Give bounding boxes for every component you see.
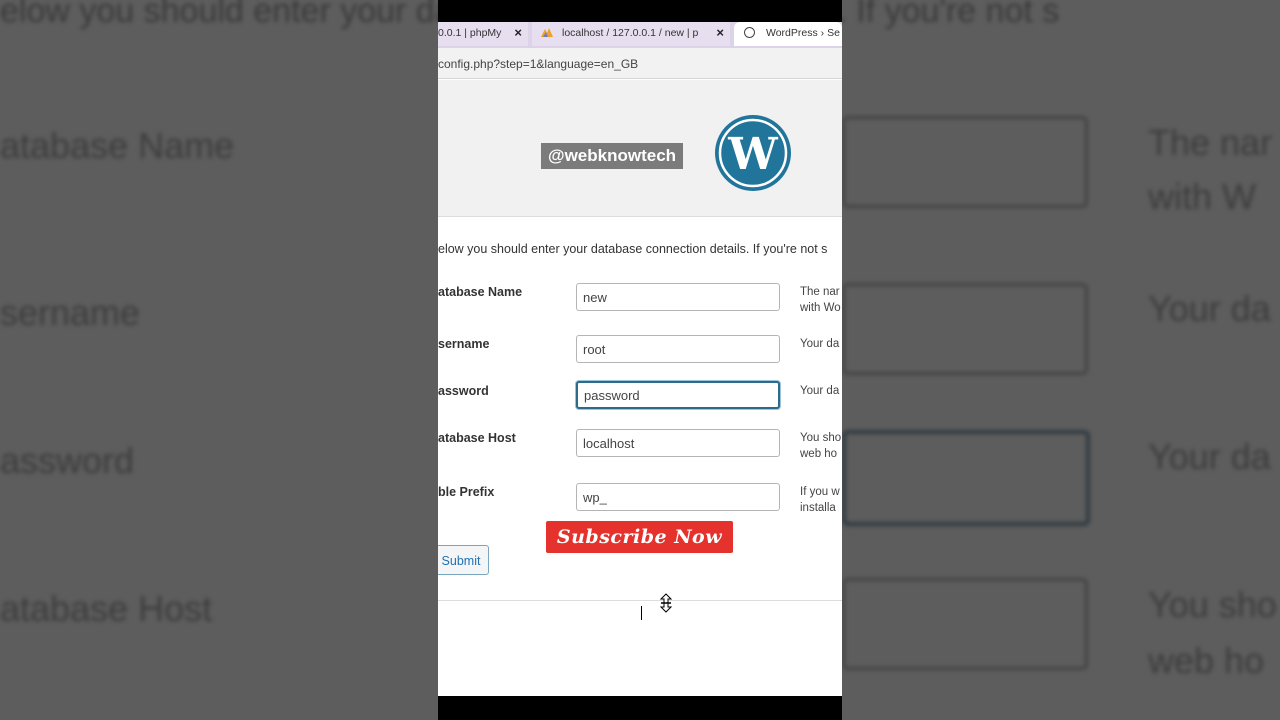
password-input[interactable]	[576, 381, 780, 409]
db-host-input[interactable]	[576, 429, 780, 457]
tab-localhost[interactable]: localhost / 127.0.0.1 / new | p ×	[532, 22, 730, 46]
resize-cursor-icon	[659, 593, 673, 613]
db-host-label: atabase Host	[438, 431, 516, 445]
svg-text:W: W	[727, 129, 778, 180]
bg-label: assword	[0, 440, 135, 481]
db-name-input[interactable]	[576, 283, 780, 311]
table-prefix-desc-1: If you w	[800, 486, 840, 498]
bg-label: sername	[0, 292, 141, 333]
tab-bar: 0.0.1 | phpMy × localhost / 127.0.0.1 / …	[438, 22, 842, 48]
phpmyadmin-icon	[541, 28, 553, 37]
bg-desc: Your da	[1148, 436, 1271, 477]
close-icon[interactable]: ×	[716, 22, 724, 44]
tab-label: 0.0.1 | phpMy	[438, 27, 502, 39]
db-name-desc-2: with Wo	[800, 302, 841, 314]
username-desc: Your da	[800, 338, 840, 350]
table-prefix-desc-2: installa	[800, 502, 836, 514]
bg-desc: web ho	[1148, 640, 1265, 681]
close-icon[interactable]: ×	[514, 22, 522, 44]
channel-handle-overlay: @webknowtech	[541, 143, 684, 169]
video-frame: 0.0.1 | phpMy × localhost / 127.0.0.1 / …	[438, 0, 842, 720]
tab-label: WordPress › Se	[766, 27, 840, 39]
table-prefix-input[interactable]	[576, 483, 780, 511]
bg-desc: Your da	[1148, 288, 1271, 329]
db-host-desc-2: web ho	[800, 448, 838, 460]
address-bar[interactable]: config.php?step=1&language=en_GB	[438, 48, 842, 79]
wordpress-logo-icon: W	[715, 115, 791, 191]
bg-desc: with W	[1148, 176, 1256, 217]
bg-input-box	[842, 116, 1088, 208]
bg-label: atabase Name	[0, 125, 235, 166]
bg-label: atabase Host	[0, 588, 213, 629]
tab-label: localhost / 127.0.0.1 / new | p	[562, 27, 699, 39]
table-prefix-label: ble Prefix	[438, 485, 495, 499]
db-name-desc-1: The nar	[800, 286, 840, 298]
bg-input-box	[842, 430, 1090, 526]
db-host-desc-1: You sho	[800, 432, 842, 444]
bg-input-box	[842, 578, 1088, 670]
globe-icon	[744, 27, 755, 38]
username-input[interactable]	[576, 335, 780, 363]
tab-wordpress-setup[interactable]: WordPress › Se	[734, 22, 842, 46]
subscribe-now-overlay: Subscribe Now	[544, 519, 735, 555]
tab-phpmyadmin[interactable]: 0.0.1 | phpMy ×	[438, 22, 528, 46]
submit-button[interactable]: Submit	[438, 545, 489, 575]
text-caret	[641, 606, 642, 620]
bg-desc: The nar	[1148, 122, 1273, 163]
intro-text: elow you should enter your database conn…	[438, 242, 828, 256]
password-desc: Your da	[800, 385, 840, 397]
username-label: sername	[438, 337, 490, 351]
db-name-label: atabase Name	[438, 285, 523, 299]
password-label: assword	[438, 384, 489, 398]
bg-desc: You sho	[1148, 584, 1277, 625]
browser-window: 0.0.1 | phpMy × localhost / 127.0.0.1 / …	[438, 22, 842, 696]
bg-input-box	[842, 283, 1088, 375]
setup-header: @webknowtech W	[438, 80, 842, 217]
url-text: config.php?step=1&language=en_GB	[438, 57, 639, 71]
